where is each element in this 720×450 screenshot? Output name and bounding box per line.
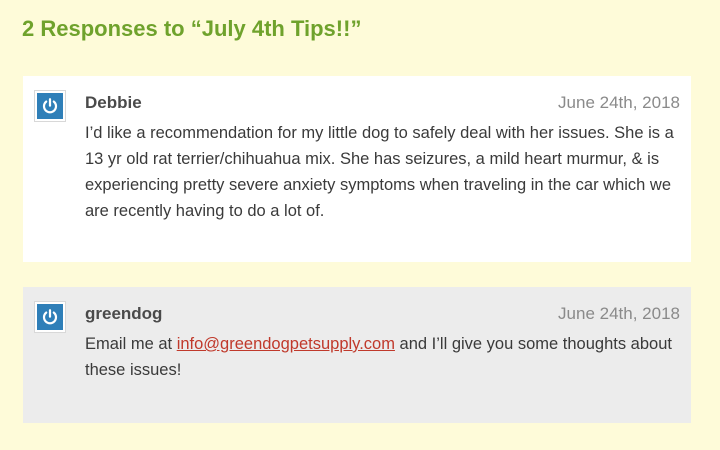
avatar	[34, 90, 66, 122]
power-icon	[37, 93, 63, 119]
comment-text-before: Email me at	[85, 335, 177, 353]
comments-heading: 2 Responses to “July 4th Tips!!”	[22, 16, 362, 41]
comment-text: I’d like a recommendation for my little …	[85, 124, 674, 220]
comment-item: Debbie June 24th, 2018 I’d like a recomm…	[23, 76, 691, 262]
comment-text: Email me at info@greendogpetsupply.com a…	[85, 331, 685, 383]
comment-item: greendog June 24th, 2018 Email me at inf…	[23, 287, 691, 423]
power-icon	[37, 304, 63, 330]
comment-author: Debbie	[85, 93, 142, 112]
comment-date: June 24th, 2018	[558, 93, 680, 112]
avatar	[34, 301, 66, 333]
comment-author: greendog	[85, 304, 163, 323]
comment-date: June 24th, 2018	[558, 304, 680, 323]
email-link[interactable]: info@greendogpetsupply.com	[177, 335, 395, 353]
